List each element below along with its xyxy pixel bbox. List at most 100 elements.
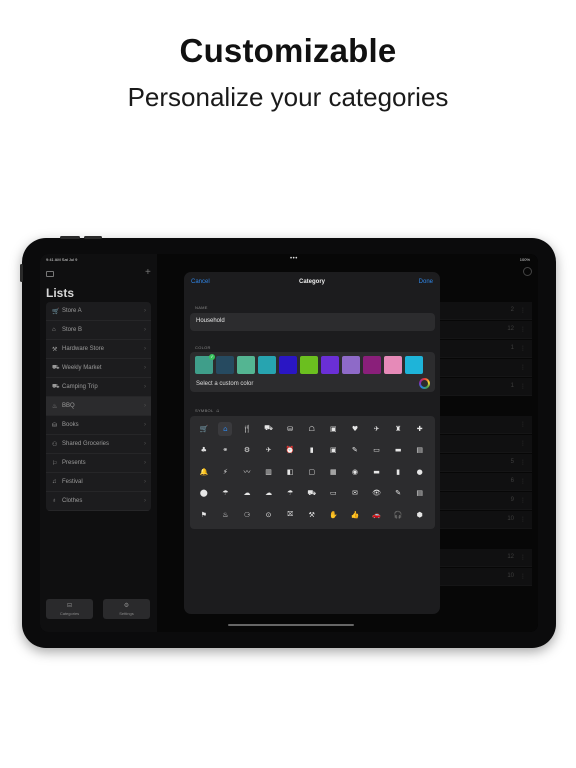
symbol-option[interactable]: ▤ xyxy=(409,483,431,505)
more-icon[interactable]: ⋮ xyxy=(520,554,526,561)
symbol-option[interactable]: ☁ xyxy=(258,483,280,505)
sidebar-item[interactable]: ♁ Clothes › xyxy=(46,492,151,511)
symbol-option[interactable]: 🛒 xyxy=(193,418,215,440)
multitask-dots-icon[interactable]: ••• xyxy=(290,256,298,262)
symbol-option[interactable]: ⛝ xyxy=(279,504,301,526)
symbol-option[interactable]: ⛁ xyxy=(279,418,301,440)
symbol-option[interactable]: 🍴 xyxy=(236,418,258,440)
symbol-option[interactable]: ◧ xyxy=(279,461,301,483)
color-swatch[interactable] xyxy=(300,356,318,374)
symbol-option[interactable]: ✎ xyxy=(344,440,366,462)
symbol-option[interactable]: ✋ xyxy=(323,504,345,526)
color-swatch[interactable] xyxy=(342,356,360,374)
symbol-option[interactable]: ▥ xyxy=(258,461,280,483)
more-icon[interactable]: ⋮ xyxy=(520,440,526,447)
name-field[interactable]: Household xyxy=(190,313,435,331)
sidebar-item[interactable]: ⌂ Store B › xyxy=(46,321,151,340)
symbol-option[interactable]: ⚒ xyxy=(301,504,323,526)
custom-color-label[interactable]: Select a custom color xyxy=(196,381,253,387)
symbol-option[interactable]: ✚ xyxy=(409,418,431,440)
color-swatch[interactable] xyxy=(321,356,339,374)
symbol-option[interactable]: 🎧 xyxy=(387,504,409,526)
symbol-option[interactable]: ▢ xyxy=(301,461,323,483)
symbol-option[interactable]: 〰 xyxy=(236,461,258,483)
symbol-option[interactable]: 👍 xyxy=(344,504,366,526)
more-icon[interactable]: ⋮ xyxy=(520,478,526,485)
more-icon[interactable]: ⋮ xyxy=(520,497,526,504)
symbol-option[interactable]: ⛟ xyxy=(258,418,280,440)
symbol-option[interactable]: ☂ xyxy=(215,483,237,505)
more-icon[interactable]: ⋮ xyxy=(520,573,526,580)
sidebar-item[interactable]: ⛟ Camping Trip › xyxy=(46,378,151,397)
symbol-option[interactable]: ▬ xyxy=(366,461,388,483)
symbol-option[interactable]: ☂ xyxy=(279,483,301,505)
symbol-option[interactable]: ⌂ xyxy=(215,418,237,440)
sidebar-item[interactable]: ⚒ Hardware Store › xyxy=(46,340,151,359)
symbol-option[interactable]: ♣ xyxy=(193,440,215,462)
sidebar-toggle-icon[interactable] xyxy=(46,271,54,277)
color-swatch[interactable] xyxy=(363,356,381,374)
sidebar-item[interactable]: ⛟ Weekly Market › xyxy=(46,359,151,378)
symbol-option[interactable]: 🔔 xyxy=(193,461,215,483)
more-icon[interactable]: ⋮ xyxy=(520,364,526,371)
home-indicator[interactable] xyxy=(228,624,354,626)
settings-button[interactable]: ⚙ Settings xyxy=(103,599,150,619)
symbol-option[interactable]: 👁 xyxy=(366,483,388,505)
symbol-option[interactable]: ♨ xyxy=(215,504,237,526)
symbol-option[interactable]: 🚗 xyxy=(366,504,388,526)
done-button[interactable]: Done xyxy=(419,279,433,285)
more-icon[interactable]: ⋮ xyxy=(520,516,526,523)
sidebar-item[interactable]: ⚐ Presents › xyxy=(46,454,151,473)
color-wheel-icon[interactable] xyxy=(419,378,430,389)
sidebar-item[interactable]: 🛒 Store A › xyxy=(46,302,151,321)
symbol-option[interactable]: ▮ xyxy=(301,440,323,462)
symbol-option[interactable]: ▣ xyxy=(323,440,345,462)
symbol-option[interactable]: ▦ xyxy=(323,461,345,483)
color-swatch[interactable] xyxy=(384,356,402,374)
symbol-option[interactable]: ♥ xyxy=(344,418,366,440)
symbol-option[interactable]: ☁ xyxy=(236,483,258,505)
symbol-option[interactable]: ✉ xyxy=(344,483,366,505)
color-swatch[interactable]: ✓ xyxy=(195,354,215,374)
symbol-option[interactable]: ▣ xyxy=(323,418,345,440)
more-icon[interactable]: ⋮ xyxy=(520,345,526,352)
sidebar-item[interactable]: ⚇ Shared Groceries › xyxy=(46,435,151,454)
symbol-option[interactable]: ⚭ xyxy=(215,440,237,462)
symbol-option[interactable]: ✈ xyxy=(366,418,388,440)
color-swatch[interactable] xyxy=(216,356,234,374)
sidebar-item[interactable]: ♫ Festival › xyxy=(46,473,151,492)
symbol-option[interactable]: ● xyxy=(409,461,431,483)
symbol-option[interactable]: ⚙ xyxy=(236,440,258,462)
symbol-option[interactable]: ⚑ xyxy=(193,504,215,526)
symbol-option[interactable]: ⚆ xyxy=(236,504,258,526)
symbol-option[interactable]: ▮ xyxy=(387,461,409,483)
more-icon[interactable] xyxy=(523,267,532,276)
more-icon[interactable]: ⋮ xyxy=(520,383,526,390)
symbol-option[interactable]: ☖ xyxy=(301,418,323,440)
symbol-option[interactable]: ✈ xyxy=(258,440,280,462)
more-icon[interactable]: ⋮ xyxy=(520,459,526,466)
symbol-option[interactable]: ⚡ xyxy=(215,461,237,483)
symbol-option[interactable]: ▭ xyxy=(366,440,388,462)
symbol-option[interactable]: ⛟ xyxy=(301,483,323,505)
symbol-option[interactable]: ⊙ xyxy=(258,504,280,526)
symbol-option[interactable]: ◉ xyxy=(344,461,366,483)
symbol-option[interactable]: ▭ xyxy=(323,483,345,505)
symbol-option[interactable]: ⏰ xyxy=(279,440,301,462)
more-icon[interactable]: ⋮ xyxy=(520,307,526,314)
sidebar-item[interactable]: ♨ BBQ › xyxy=(46,397,151,416)
symbol-option[interactable]: ⬢ xyxy=(409,504,431,526)
symbol-option[interactable]: ▬ xyxy=(387,440,409,462)
add-list-icon[interactable]: + xyxy=(145,267,151,278)
color-swatch[interactable] xyxy=(405,356,423,374)
color-swatch[interactable] xyxy=(237,356,255,374)
more-icon[interactable]: ⋮ xyxy=(520,326,526,333)
color-swatch[interactable] xyxy=(279,356,297,374)
sidebar-item[interactable]: ⛁ Books › xyxy=(46,416,151,435)
more-icon[interactable]: ⋮ xyxy=(520,421,526,428)
symbol-option[interactable]: ⬤ xyxy=(193,483,215,505)
categories-button[interactable]: ⊟ Categories xyxy=(46,599,93,619)
symbol-option[interactable]: ✎ xyxy=(387,483,409,505)
symbol-option[interactable]: ♜ xyxy=(387,418,409,440)
symbol-option[interactable]: ▤ xyxy=(409,440,431,462)
